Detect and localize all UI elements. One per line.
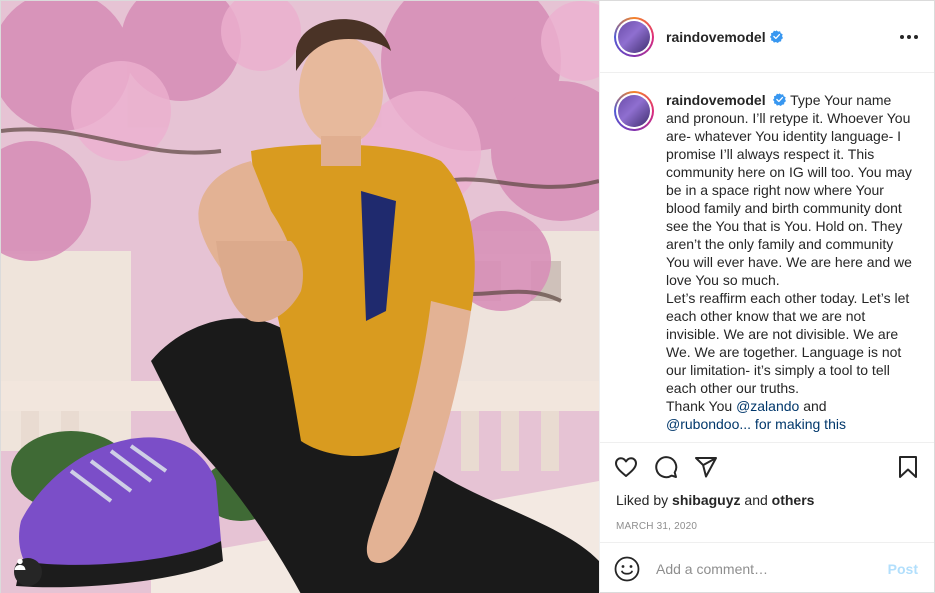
- more-horizontal-icon: [900, 34, 904, 39]
- caption-verified-badge-icon: [773, 93, 787, 106]
- more-options-button[interactable]: [894, 29, 918, 45]
- post-date[interactable]: MARCH 31, 2020: [600, 509, 934, 542]
- caption-row: raindovemodel Type Your name and pronoun…: [614, 91, 918, 433]
- caption-author-avatar[interactable]: [614, 91, 654, 131]
- liked-by-user-link[interactable]: shibaguyz: [672, 492, 740, 508]
- likes-others-link[interactable]: others: [772, 492, 815, 508]
- share-icon[interactable]: [694, 455, 718, 479]
- photo-illustration: [1, 1, 599, 593]
- caption-paragraph-1: Type Your name and pronoun. I’ll retype …: [666, 92, 912, 288]
- likes-joiner: and: [744, 492, 768, 508]
- bookmark-icon[interactable]: [896, 455, 920, 479]
- author-username[interactable]: raindovemodel: [666, 29, 766, 45]
- caption-area[interactable]: raindovemodel Type Your name and pronoun…: [600, 73, 934, 442]
- post-photo[interactable]: [1, 1, 599, 593]
- likes-prefix: Liked by: [616, 492, 669, 508]
- tagged-users-button[interactable]: [14, 558, 42, 586]
- caption-paragraph-2: Let’s reaffirm each other today. Let’s l…: [666, 290, 910, 396]
- caption-thanks: Thank You: [666, 398, 733, 414]
- caption-text: raindovemodel Type Your name and pronoun…: [666, 91, 918, 433]
- caption-and: and: [803, 398, 827, 414]
- verified-badge-icon: [769, 30, 783, 43]
- post-comment-button[interactable]: Post: [888, 561, 918, 577]
- action-bar: [600, 443, 934, 491]
- likes-summary: Liked by shibaguyz and others: [600, 491, 934, 509]
- post-side-panel: raindovemodel raindovemodel Type Your na…: [599, 1, 934, 593]
- mention-link-partial[interactable]: @rubondoo... for making this: [666, 416, 846, 432]
- mention-link-zalando[interactable]: @zalando: [736, 398, 799, 414]
- comment-bar: Post: [600, 542, 934, 593]
- post-header: raindovemodel: [600, 1, 934, 73]
- smiley-icon[interactable]: [614, 556, 640, 582]
- caption-username[interactable]: raindovemodel: [666, 92, 766, 108]
- author-avatar[interactable]: [614, 16, 654, 57]
- actions-block: Liked by shibaguyz and others MARCH 31, …: [600, 442, 934, 542]
- heart-icon[interactable]: [614, 455, 638, 479]
- post-dialog: raindovemodel raindovemodel Type Your na…: [0, 0, 935, 593]
- comment-icon[interactable]: [654, 455, 678, 479]
- comment-input[interactable]: [656, 560, 888, 577]
